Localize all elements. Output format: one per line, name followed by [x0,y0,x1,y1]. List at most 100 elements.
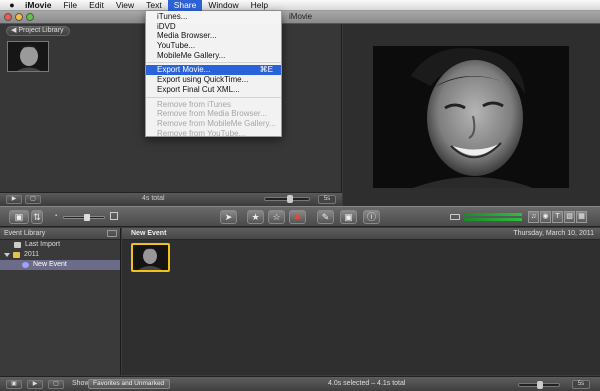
export-movie-shortcut: ⌘E [259,65,273,75]
minimize-window-button[interactable] [15,13,23,21]
event-browser-pane: New Event Thursday, March 10, 2011 [122,228,600,375]
thumbnail-size-slider[interactable] [63,214,105,221]
project-library-label: Project Library [18,27,64,34]
event-item-label: 2011 [24,251,40,258]
event-zoom-slider[interactable] [518,381,560,389]
export-movie-item[interactable]: Export Movie... ⌘E [146,65,281,76]
share-media-browser-item[interactable]: Media Browser... [146,31,281,41]
menu-window[interactable]: Window [202,0,244,11]
event-library-header: Event Library [0,228,120,240]
event-library-pane: Event Library Last Import 2011 New Event [0,228,121,375]
export-final-cut-xml-item[interactable]: Export Final Cut XML... [146,85,281,95]
unmark-star-icon[interactable]: ☆ [268,210,285,224]
inspector-info-icon[interactable]: ⓘ [363,210,380,224]
remove-from-youtube-item: Remove from YouTube... [157,128,246,138]
project-library-button[interactable]: ◀ Project Library [6,26,70,36]
project-zoom-slider[interactable] [264,195,310,203]
export-movie-label: Export Movie... [157,65,211,75]
event-title: New Event [131,230,167,237]
menu-help[interactable]: Help [245,0,274,11]
fullscreen-event-button[interactable]: ▢ [48,380,64,389]
audio-level-left [464,213,522,216]
browser-tools: ♫ ◉ T ▧ ▦ [528,211,587,223]
back-arrow-icon: ◀ [11,27,17,34]
add-to-project-icon[interactable]: ➤ [220,210,237,224]
audio-mute-icon[interactable] [450,214,460,220]
crop-icon[interactable]: ▣ [340,210,357,224]
audio-level-right [464,218,522,221]
menu-separator [146,62,281,64]
share-youtube-item[interactable]: YouTube... [146,41,281,51]
main-toolbar: ▣ ⇅ ▪ ➤ ★ ☆ ✖ ✎ ▣ ⓘ ♫ ◉ T ▧ ▦ [0,206,600,227]
camera-import-icon[interactable]: ▣ [9,210,29,224]
music-icon[interactable]: ♫ [528,211,539,223]
reject-x-icon[interactable]: ✖ [289,210,306,224]
camera-icon[interactable] [107,230,117,237]
window-title: iMovie [289,12,313,21]
swap-events-projects-icon[interactable]: ⇅ [31,210,43,224]
disclosure-triangle-icon[interactable] [4,253,10,257]
portrait-preview-image [373,46,569,188]
photos-camera-icon[interactable]: ◉ [540,211,551,223]
share-mobileme-item[interactable]: MobileMe Gallery... [146,51,281,61]
remove-from-media-browser-item: Remove from Media Browser... [157,109,267,119]
large-thumbnail-icon [110,212,118,220]
share-menu: iTunes... iDVD Media Browser... YouTube.… [145,11,282,138]
portrait-thumbnail-image [8,42,48,71]
menu-view[interactable]: View [110,0,140,11]
window-controls [4,13,34,21]
clip-thumbnail-image [133,245,168,270]
preview-frame [373,46,569,188]
fullscreen-project-button[interactable]: ▢ [25,195,41,204]
project-footer: ▶ ▢ 4s total 5s [0,192,342,206]
play-selection-button[interactable]: ▶ [27,380,43,389]
event-seconds-box[interactable]: 5s [572,380,590,389]
menu-file[interactable]: File [57,0,83,11]
menu-imovie[interactable]: iMovie [19,0,57,11]
maps-backgrounds-icon[interactable]: ▦ [576,211,587,223]
menu-edit[interactable]: Edit [83,0,110,11]
titles-icon[interactable]: T [552,211,563,223]
apple-menu-icon[interactable]: ● [5,0,19,10]
project-total-duration: 4s total [142,195,165,202]
share-itunes-item[interactable]: iTunes... [146,12,281,22]
event-item-label: Last Import [25,241,61,248]
close-window-button[interactable] [4,13,12,21]
play-full-event-button[interactable]: ▣ [6,380,22,389]
zoom-window-button[interactable] [26,13,34,21]
event-date: Thursday, March 10, 2011 [513,230,594,237]
menu-bar: ● iMovie File Edit View Text Share Windo… [0,0,600,11]
show-filter-select[interactable]: Favorites and Unmarked [88,379,170,389]
window-titlebar: iMovie [0,11,600,24]
voiceover-mic-icon[interactable]: ✎ [317,210,334,224]
last-import-icon [14,242,21,248]
slider-knob[interactable] [84,214,90,221]
small-thumbnail-icon: ▪ [55,213,58,219]
slider-knob[interactable] [287,195,293,203]
remove-from-mobileme-item: Remove from MobileMe Gallery... [157,118,276,128]
mark-favorite-star-icon[interactable]: ★ [247,210,264,224]
event-item-2011[interactable]: 2011 [0,250,120,260]
event-item-new-event[interactable]: New Event [0,260,120,270]
slider-knob[interactable] [537,381,543,389]
event-clip[interactable] [131,243,170,272]
project-thumbnail[interactable] [7,41,49,72]
folder-icon [13,252,20,258]
event-library-title: Event Library [4,230,46,237]
event-star-icon [22,262,29,268]
menu-separator [146,96,281,98]
remove-from-itunes-item: Remove from iTunes [157,99,231,109]
audio-level-meter [464,213,522,222]
event-item-label: New Event [33,261,67,268]
export-quicktime-item[interactable]: Export using QuickTime... [146,75,281,85]
event-item-last-import[interactable]: Last Import [0,240,120,250]
project-seconds-box[interactable]: 5s [318,195,336,204]
preview-viewer [343,24,600,206]
menu-share[interactable]: Share [167,0,203,11]
play-project-button[interactable]: ▶ [6,195,22,204]
event-browser-header: New Event Thursday, March 10, 2011 [122,228,600,240]
menu-text[interactable]: Text [140,0,168,11]
selection-info: 4.0s selected – 4.1s total [328,380,406,387]
share-idvd-item[interactable]: iDVD [146,22,281,32]
transitions-icon[interactable]: ▧ [564,211,575,223]
